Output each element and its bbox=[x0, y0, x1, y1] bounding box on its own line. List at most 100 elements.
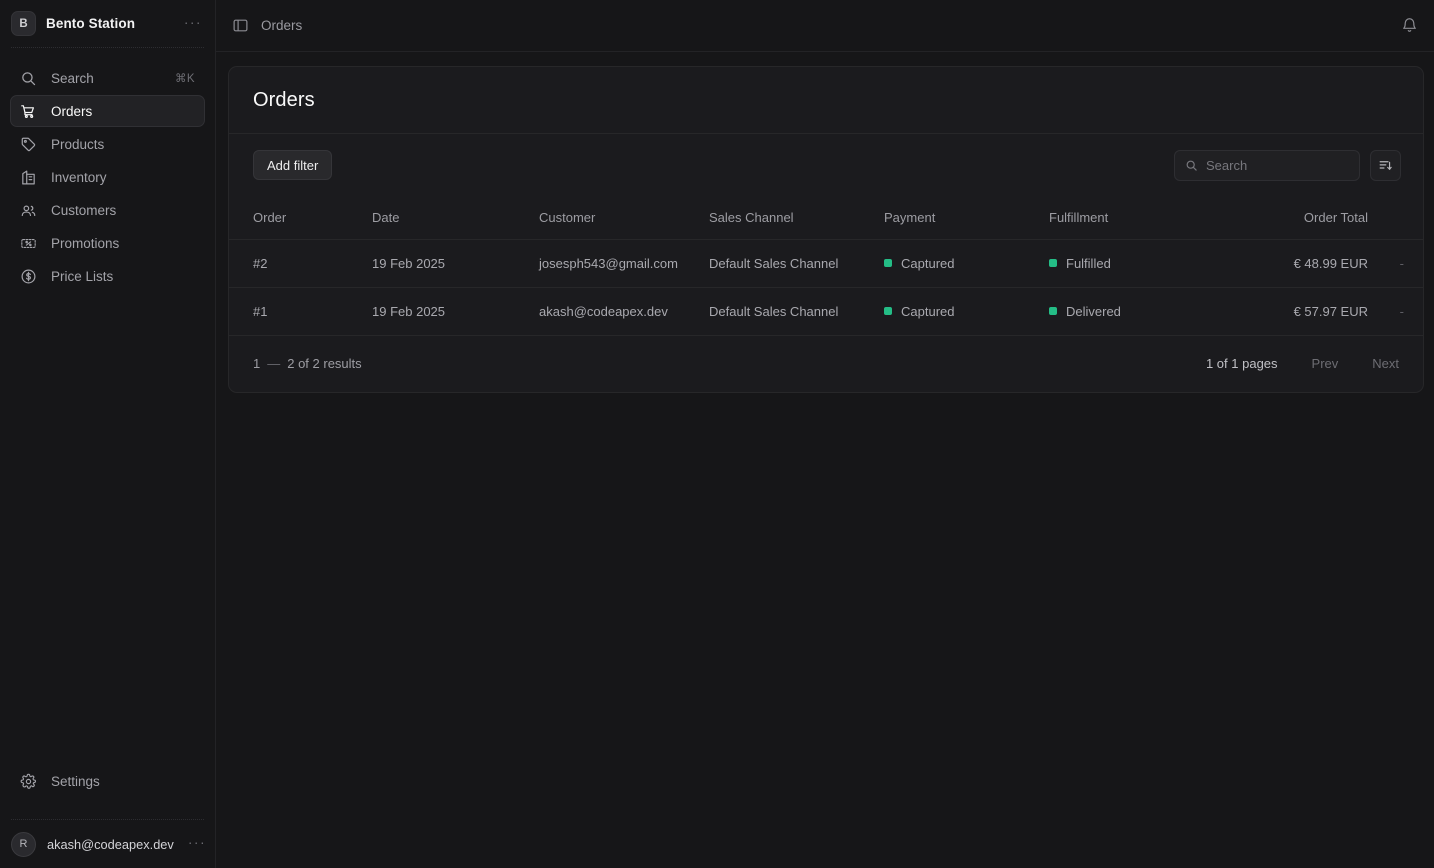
cell-date: 19 Feb 2025 bbox=[372, 255, 446, 271]
sidebar-item-label: Settings bbox=[51, 773, 100, 789]
content-area: Orders Add filter Search Order Date Cust… bbox=[216, 52, 1434, 393]
workspace-name: Bento Station bbox=[46, 16, 136, 31]
column-header-fulfillment: Fulfillment bbox=[1049, 209, 1109, 225]
sidebar-nav: Search ⌘K Orders Products Inventory Cust… bbox=[0, 48, 215, 292]
column-header-order: Order bbox=[253, 209, 287, 225]
sidebar-item-inventory[interactable]: Inventory bbox=[10, 161, 205, 193]
user-menu-icon[interactable]: ··· bbox=[185, 835, 209, 853]
add-filter-button[interactable]: Add filter bbox=[253, 150, 333, 180]
column-header-order-total: Order Total bbox=[1303, 209, 1368, 225]
cell-date: 19 Feb 2025 bbox=[372, 303, 446, 319]
sidebar-item-label: Products bbox=[51, 136, 105, 152]
user-email: akash@codeapex.dev bbox=[47, 836, 174, 852]
cell-order-total: € 48.99 EUR bbox=[1293, 255, 1368, 271]
prev-page-button[interactable]: Prev bbox=[1312, 356, 1339, 371]
main-area: Orders Orders Add filter Search Order Da… bbox=[216, 0, 1434, 868]
sidebar-item-customers[interactable]: Customers bbox=[10, 194, 205, 226]
status-dot bbox=[884, 307, 892, 315]
table-row[interactable]: #1 19 Feb 2025 akash@codeapex.dev Defaul… bbox=[229, 287, 1423, 335]
cell-payment: Captured bbox=[876, 287, 1041, 335]
dollar-circle-icon bbox=[20, 268, 37, 285]
cell-sales-channel: Default Sales Channel bbox=[709, 255, 839, 271]
sidebar-toggle-icon[interactable] bbox=[232, 17, 249, 34]
sidebar: B Bento Station ··· Search ⌘K Orders Pro… bbox=[0, 0, 216, 868]
sidebar-item-orders[interactable]: Orders bbox=[10, 95, 205, 127]
sidebar-item-label: Customers bbox=[51, 202, 117, 218]
cell-customer: josesph543@gmail.com bbox=[539, 255, 678, 271]
sidebar-item-label: Price Lists bbox=[51, 268, 114, 284]
status-label: Delivered bbox=[1066, 303, 1121, 319]
sidebar-item-promotions[interactable]: Promotions bbox=[10, 227, 205, 259]
search-box[interactable] bbox=[1174, 149, 1382, 181]
warehouse-icon bbox=[20, 169, 37, 186]
column-header-sales-channel: Sales Channel bbox=[709, 209, 794, 225]
tag-icon bbox=[20, 136, 37, 153]
next-page-button[interactable]: Next bbox=[1372, 356, 1399, 371]
status-badge: Captured bbox=[884, 256, 1033, 271]
cell-sales-channel: Default Sales Channel bbox=[709, 303, 839, 319]
sidebar-item-label: Inventory bbox=[51, 169, 107, 185]
pagination-controls: 1 of 1 pages Prev Next bbox=[1206, 356, 1399, 371]
cell-order: #1 bbox=[253, 303, 268, 319]
column-header-actions bbox=[1376, 196, 1423, 239]
pagination: 1 — 2 of 2 results 1 of 1 pages Prev Nex… bbox=[229, 336, 1423, 392]
results-range-dash: — bbox=[267, 356, 281, 371]
sidebar-settings-wrap: Settings bbox=[0, 765, 215, 809]
sidebar-item-settings[interactable]: Settings bbox=[10, 765, 205, 797]
sidebar-item-label: Promotions bbox=[51, 235, 120, 251]
cell-fulfillment: Delivered bbox=[1041, 287, 1266, 335]
cell-customer: akash@codeapex.dev bbox=[539, 303, 668, 319]
app-root: B Bento Station ··· Search ⌘K Orders Pro… bbox=[0, 0, 1434, 868]
cart-icon bbox=[20, 103, 37, 120]
search-input[interactable] bbox=[1206, 157, 1382, 173]
cell-payment: Captured bbox=[876, 239, 1041, 287]
table-body: #2 19 Feb 2025 josesph543@gmail.com Defa… bbox=[229, 239, 1423, 335]
sidebar-item-label: Search bbox=[51, 70, 94, 86]
users-icon bbox=[20, 202, 37, 219]
status-badge: Captured bbox=[884, 304, 1033, 319]
page-count-label: 1 of 1 pages bbox=[1205, 356, 1278, 371]
workspace-avatar: B bbox=[11, 11, 36, 36]
table-row[interactable]: #2 19 Feb 2025 josesph543@gmail.com Defa… bbox=[229, 239, 1423, 287]
column-header-date: Date bbox=[372, 209, 400, 225]
sidebar-item-label: Orders bbox=[51, 103, 93, 119]
status-dot bbox=[884, 259, 892, 267]
bell-icon[interactable] bbox=[1401, 17, 1418, 34]
status-badge: Fulfilled bbox=[1049, 256, 1258, 271]
sidebar-item-search[interactable]: Search ⌘K bbox=[10, 62, 205, 94]
ticket-percent-icon bbox=[20, 235, 37, 252]
cell-order: #2 bbox=[253, 255, 268, 271]
cell-fulfillment: Fulfilled bbox=[1041, 239, 1266, 287]
status-label: Captured bbox=[901, 255, 955, 271]
results-range-start: 1 bbox=[253, 356, 261, 371]
toolbar: Add filter bbox=[229, 134, 1423, 196]
search-shortcut: ⌘K bbox=[175, 73, 195, 85]
cell-end: - bbox=[1399, 303, 1404, 319]
column-header-customer: Customer bbox=[539, 209, 596, 225]
table-head: Order Date Customer Sales Channel Paymen… bbox=[229, 196, 1423, 239]
status-badge: Delivered bbox=[1049, 304, 1258, 319]
search-icon bbox=[1185, 159, 1198, 172]
column-header-payment: Payment bbox=[884, 209, 936, 225]
search-icon bbox=[20, 70, 37, 87]
sort-descending-icon[interactable] bbox=[1370, 149, 1401, 181]
sidebar-item-products[interactable]: Products bbox=[10, 128, 205, 160]
workspace-menu-icon[interactable]: ··· bbox=[181, 15, 205, 33]
status-label: Captured bbox=[901, 303, 955, 319]
status-dot bbox=[1049, 259, 1057, 267]
topbar: Orders bbox=[216, 0, 1434, 52]
sidebar-item-price-lists[interactable]: Price Lists bbox=[10, 260, 205, 292]
results-range-text: 2 of 2 results bbox=[287, 356, 362, 371]
workspace-switcher[interactable]: B Bento Station ··· bbox=[0, 0, 215, 47]
cell-order-total: € 57.97 EUR bbox=[1293, 303, 1368, 319]
page-title: Orders bbox=[253, 88, 315, 111]
card-header: Orders bbox=[229, 67, 1423, 133]
orders-card: Orders Add filter Search Order Date Cust… bbox=[228, 66, 1424, 393]
status-label: Fulfilled bbox=[1066, 255, 1111, 271]
avatar: R bbox=[11, 831, 36, 857]
breadcrumb[interactable]: Orders bbox=[261, 18, 302, 33]
cell-end: - bbox=[1399, 255, 1404, 271]
table-header-row: Order Date Customer Sales Channel Paymen… bbox=[229, 196, 1423, 239]
user-account-row[interactable]: R akash@codeapex.dev ··· bbox=[0, 820, 215, 868]
